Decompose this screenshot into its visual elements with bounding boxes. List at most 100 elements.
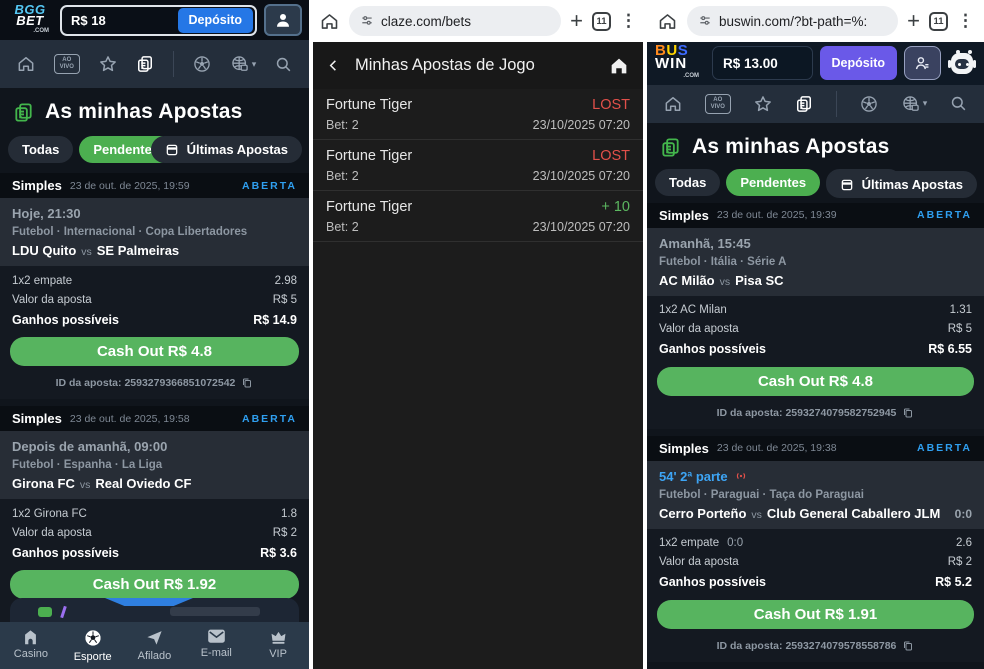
home-icon[interactable] [663, 94, 683, 114]
soccer-icon[interactable] [859, 94, 879, 114]
buswin-topbar: BUS WIN .COM R$ 13.00 Depósito [647, 42, 984, 85]
search-icon[interactable] [274, 55, 293, 74]
tab-counter[interactable]: 11 [592, 12, 611, 31]
game-name: Fortune Tiger [326, 97, 412, 113]
balance-field: R$ 13.00 [712, 46, 813, 80]
search-icon[interactable] [949, 94, 968, 113]
bet-teams: LDU Quito vs SE Palmeiras [12, 243, 297, 258]
purple-tick [60, 606, 67, 618]
address-bar[interactable]: buswin.com/?bt-path=%: [687, 6, 898, 36]
bottom-nav-casino[interactable]: Casino [2, 628, 60, 660]
game-bet-row[interactable]: Fortune Tiger+ 10 Bet: 223/10/2025 07:20 [313, 191, 643, 242]
bggbet-logo[interactable]: BGG BET .COM [7, 4, 53, 37]
cashout-button[interactable]: Cash Out R$ 1.92 [10, 570, 299, 599]
bet-league: Futebol · Espanha · La Liga [12, 459, 297, 471]
copy-icon[interactable] [902, 640, 914, 652]
bet-type: Simples [12, 178, 62, 193]
bottom-nav-esporte[interactable]: Esporte [64, 628, 122, 663]
home-icon[interactable] [16, 54, 36, 74]
favorites-star-icon[interactable] [753, 94, 773, 114]
possible-winnings-row: Ganhos possíveisR$ 14.9 [0, 309, 309, 330]
tab-todas[interactable]: Todas [8, 136, 73, 163]
last-bets-button[interactable]: Últimas Apostas [826, 171, 977, 198]
bet-datetime: 23/10/2025 07:20 [533, 169, 630, 183]
bottom-nav-afilado[interactable]: Afilado [125, 628, 183, 662]
new-tab-icon[interactable]: + [570, 10, 583, 32]
site-settings-icon [698, 14, 712, 28]
bottom-nav-vip[interactable]: VIP [249, 628, 307, 660]
bet-status-badge: ABERTA [242, 413, 297, 425]
copy-icon[interactable] [241, 377, 253, 389]
claze-browser: claze.com/bets + 11 ⋮ Minhas Apostas de … [309, 0, 647, 669]
copy-icon[interactable] [902, 407, 914, 419]
tab-todas[interactable]: Todas [655, 169, 720, 196]
bet-id-row: ID da aposta: 2593274079578558786 [647, 629, 984, 654]
new-tab-icon[interactable]: + [907, 10, 920, 32]
live-nav-icon[interactable]: AO VIVO [54, 54, 80, 74]
all-sports-icon[interactable]: ▾ [230, 54, 257, 74]
partially-visible-card[interactable] [10, 598, 299, 622]
bets-filter-tabs: Todas Pendentes Ganhas Últimas Apostas [647, 167, 984, 203]
stake-row: Valor da apostaR$ 5 [647, 320, 984, 339]
my-bets-icon[interactable] [135, 54, 155, 74]
live-match-time: 54' 2ª parte [659, 469, 972, 484]
soccer-ball-icon [83, 628, 103, 648]
game-bet-row[interactable]: Fortune TigerLOST Bet: 223/10/2025 07:20 [313, 89, 643, 140]
bottom-nav: Casino Esporte Afilado E-mail VIP [0, 622, 309, 669]
match-score: 0:0 [955, 507, 972, 521]
chevron-down-icon: ▾ [923, 98, 928, 109]
deposit-button[interactable]: Depósito [178, 8, 253, 33]
bet-league: Futebol · Paraguai · Taça do Paraguai [659, 489, 972, 501]
browser-menu-icon[interactable]: ⋮ [620, 11, 637, 31]
crown-icon [269, 628, 288, 645]
support-bot-icon[interactable] [948, 50, 976, 76]
cashout-button[interactable]: Cash Out R$ 4.8 [657, 367, 974, 396]
buswin-logo[interactable]: BUS WIN .COM [655, 44, 705, 83]
chevron-down-icon: ▾ [252, 59, 257, 70]
bottom-nav-email[interactable]: E-mail [187, 628, 245, 659]
tab-counter[interactable]: 11 [929, 12, 948, 31]
bet-teams: AC Milão vs Pisa SC [659, 273, 972, 288]
bet-amount: Bet: 2 [326, 118, 359, 132]
soccer-icon[interactable] [192, 54, 212, 74]
bet-kickoff: Amanhã, 15:45 [659, 236, 972, 251]
site-settings-icon [360, 14, 374, 28]
game-name: Fortune Tiger [326, 199, 412, 215]
favorites-star-icon[interactable] [98, 54, 118, 74]
page-title-row: As minhas Apostas [647, 123, 984, 167]
back-icon[interactable] [326, 58, 341, 73]
bet-league: Futebol · Itália · Série A [659, 256, 972, 268]
live-broadcast-icon [734, 470, 748, 482]
bet-card: Simples 23 de out. de 2025, 19:39 ABERTA… [647, 203, 984, 429]
nav-divider [173, 51, 174, 77]
cashout-button[interactable]: Cash Out R$ 1.91 [657, 600, 974, 629]
account-button[interactable] [904, 46, 941, 80]
odds-row: 1x2 Girona FC1.8 [0, 504, 309, 523]
address-bar[interactable]: claze.com/bets [349, 6, 561, 36]
odds-row: 1x2 AC Milan1.31 [647, 301, 984, 320]
live-nav-icon[interactable]: AO VIVO [705, 94, 731, 114]
possible-winnings-row: Ganhos possíveisR$ 5.2 [647, 572, 984, 593]
bggbet-nav-iconrow: AO VIVO ▾ [0, 40, 309, 88]
browser-menu-icon[interactable]: ⋮ [957, 11, 974, 31]
url-text: buswin.com/?bt-path=%: [719, 14, 867, 29]
deposit-button[interactable]: Depósito [820, 46, 897, 80]
bet-kickoff: Depois de amanhã, 09:00 [12, 439, 297, 454]
game-bet-row[interactable]: Fortune TigerLOST Bet: 223/10/2025 07:20 [313, 140, 643, 191]
bet-amount: Bet: 2 [326, 169, 359, 183]
last-bets-button[interactable]: Últimas Apostas [151, 136, 302, 163]
browser-home-icon[interactable] [319, 11, 340, 32]
bet-status-badge: ABERTA [917, 209, 972, 221]
home-filled-icon[interactable] [608, 55, 630, 77]
nav-divider [836, 91, 837, 117]
tab-pendentes[interactable]: Pendentes [726, 169, 820, 196]
account-button[interactable] [264, 4, 302, 36]
claze-appbar: Minhas Apostas de Jogo [313, 42, 643, 89]
bet-date: 23 de out. de 2025, 19:58 [70, 413, 234, 425]
cashout-button[interactable]: Cash Out R$ 4.8 [10, 337, 299, 366]
browser-home-icon[interactable] [657, 11, 678, 32]
all-sports-icon[interactable]: ▾ [901, 94, 928, 114]
bet-status-badge: ABERTA [917, 442, 972, 454]
bet-id-row: ID da aposta: 2593279366851072542 [0, 366, 309, 391]
my-bets-icon[interactable] [794, 94, 814, 114]
